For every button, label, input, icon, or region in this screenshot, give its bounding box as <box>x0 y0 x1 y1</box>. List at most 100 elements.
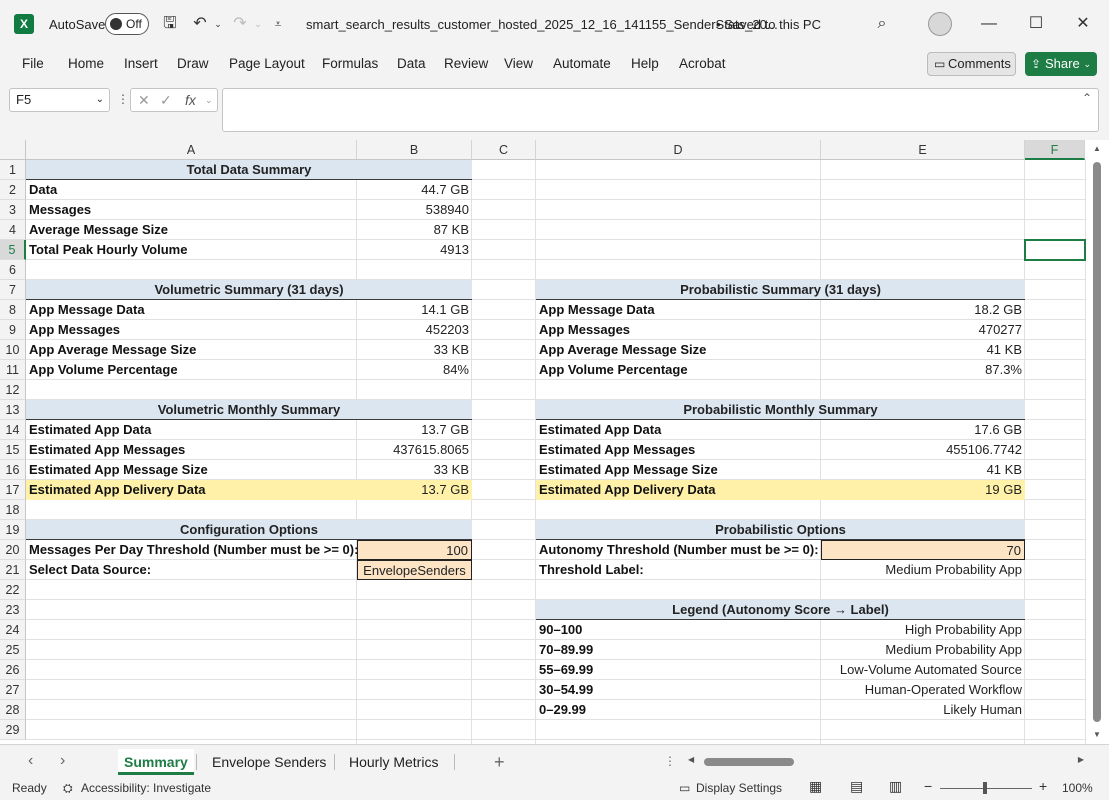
menu-draw[interactable]: Draw <box>177 56 209 71</box>
display-settings[interactable]: Display Settings <box>696 781 782 795</box>
row-header[interactable]: 9 <box>0 320 26 340</box>
row-header[interactable]: 7 <box>0 280 26 300</box>
accessibility-status[interactable]: Accessibility: Investigate <box>81 781 211 795</box>
cell-label[interactable]: Estimated App Messages <box>536 440 821 460</box>
column-header-f[interactable]: F <box>1025 140 1085 160</box>
scroll-left-icon[interactable]: ◀ <box>688 755 694 764</box>
cell-label[interactable]: App Messages <box>26 320 357 340</box>
undo-dropdown-icon[interactable]: ⌄ <box>208 14 228 34</box>
scroll-right-icon[interactable]: ▶ <box>1078 755 1084 764</box>
row-header[interactable]: 22 <box>0 580 26 600</box>
cell-value[interactable]: 13.7 GB <box>357 420 472 440</box>
legend-header[interactable]: Legend (Autonomy Score → Label) <box>536 600 1025 620</box>
row-header[interactable]: 24 <box>0 620 26 640</box>
row-header[interactable]: 4 <box>0 220 26 240</box>
page-break-view-icon[interactable]: ▥ <box>889 778 902 795</box>
cell-label[interactable]: Threshold Label: <box>536 560 821 580</box>
more-icon[interactable]: ⋮ <box>117 92 129 106</box>
accessibility-icon[interactable]: ⛭ <box>63 781 73 796</box>
tab-options-icon[interactable]: ⋮ <box>664 754 676 768</box>
menu-page-layout[interactable]: Page Layout <box>229 56 305 71</box>
row-header[interactable]: 27 <box>0 680 26 700</box>
row-header[interactable]: 10 <box>0 340 26 360</box>
menu-help[interactable]: Help <box>631 56 659 71</box>
share-dropdown-icon[interactable]: ⌄ <box>1083 52 1091 76</box>
column-header-e[interactable]: E <box>821 140 1025 160</box>
cell-label[interactable]: App Volume Percentage <box>536 360 821 380</box>
menu-insert[interactable]: Insert <box>124 56 158 71</box>
cell-value[interactable]: 538940 <box>357 200 472 220</box>
cell-value[interactable]: 33 KB <box>357 460 472 480</box>
avatar[interactable] <box>928 12 952 36</box>
row-header[interactable]: 18 <box>0 500 26 520</box>
cell-value[interactable]: 13.7 GB <box>357 480 472 500</box>
legend-range[interactable]: 0–29.99 <box>536 700 821 720</box>
row-header[interactable]: 8 <box>0 300 26 320</box>
legend-range[interactable]: 70–89.99 <box>536 640 821 660</box>
cell-value[interactable]: 33 KB <box>357 340 472 360</box>
undo-icon[interactable]: ↶ <box>190 14 210 34</box>
cell-value[interactable]: 452203 <box>357 320 472 340</box>
row-header[interactable]: 3 <box>0 200 26 220</box>
configuration-options-header[interactable]: Configuration Options <box>26 520 472 540</box>
display-settings-icon[interactable]: ▭ <box>679 781 690 795</box>
cell-value[interactable]: 14.1 GB <box>357 300 472 320</box>
row-header[interactable]: 28 <box>0 700 26 720</box>
row-header[interactable]: 6 <box>0 260 26 280</box>
cell-label[interactable]: Estimated App Delivery Data <box>26 480 357 500</box>
menu-review[interactable]: Review <box>444 56 488 71</box>
cell-label[interactable]: Select Data Source: <box>26 560 357 580</box>
normal-view-icon[interactable]: ▦ <box>809 778 822 795</box>
row-header[interactable]: 12 <box>0 380 26 400</box>
menu-formulas[interactable]: Formulas <box>322 56 378 71</box>
cell-label[interactable]: App Average Message Size <box>536 340 821 360</box>
document-title[interactable]: smart_search_results_customer_hosted_202… <box>306 17 778 32</box>
cell-value[interactable]: 41 KB <box>821 340 1025 360</box>
volumetric-monthly-header[interactable]: Volumetric Monthly Summary <box>26 400 472 420</box>
column-header-c[interactable]: C <box>472 140 536 160</box>
zoom-out-icon[interactable]: − <box>924 778 932 794</box>
zoom-level[interactable]: 100% <box>1062 781 1093 795</box>
vertical-scroll-thumb[interactable] <box>1093 162 1101 722</box>
menu-acrobat[interactable]: Acrobat <box>679 56 726 71</box>
cell-label[interactable]: Estimated App Delivery Data <box>536 480 821 500</box>
legend-range[interactable]: 55–69.99 <box>536 660 821 680</box>
legend-range[interactable]: 30–54.99 <box>536 680 821 700</box>
row-header[interactable]: 14 <box>0 420 26 440</box>
tab-scroll-left-icon[interactable]: ‹ <box>28 752 33 770</box>
sheet-tab-envelope-senders[interactable]: Envelope Senders <box>212 749 326 775</box>
cell-value[interactable]: 41 KB <box>821 460 1025 480</box>
cell-value[interactable]: 17.6 GB <box>821 420 1025 440</box>
row-header[interactable]: 21 <box>0 560 26 580</box>
redo-icon[interactable]: ↷ <box>230 14 250 34</box>
cell-label[interactable]: Estimated App Message Size <box>536 460 821 480</box>
customize-toolbar-icon[interactable]: ⩡ <box>268 14 288 34</box>
column-header-b[interactable]: B <box>357 140 472 160</box>
chevron-down-icon[interactable]: ⌄ <box>96 89 104 111</box>
cell-value[interactable]: 87.3% <box>821 360 1025 380</box>
cell-label[interactable]: Estimated App Data <box>536 420 821 440</box>
row-header[interactable]: 26 <box>0 660 26 680</box>
collapse-formula-icon[interactable]: ⌃ <box>1082 91 1092 105</box>
row-header[interactable]: 29 <box>0 720 26 740</box>
row-header[interactable]: 17 <box>0 480 26 500</box>
legend-label[interactable]: Likely Human <box>821 700 1025 720</box>
menu-data[interactable]: Data <box>397 56 426 71</box>
legend-label[interactable]: Medium Probability App <box>821 640 1025 660</box>
sheet-tab-hourly-metrics[interactable]: Hourly Metrics <box>349 749 438 775</box>
select-all-corner[interactable] <box>0 140 26 160</box>
cell-label[interactable]: Data <box>26 180 357 200</box>
name-box[interactable]: F5 ⌄ <box>9 88 110 112</box>
row-header[interactable]: 2 <box>0 180 26 200</box>
legend-range[interactable]: 90–100 <box>536 620 821 640</box>
insert-function-icon[interactable]: fx <box>185 89 196 111</box>
cell-label[interactable]: Estimated App Data <box>26 420 357 440</box>
close-icon[interactable]: ✕ <box>1068 12 1098 36</box>
probabilistic-monthly-header[interactable]: Probabilistic Monthly Summary <box>536 400 1025 420</box>
maximize-icon[interactable]: ☐ <box>1021 12 1051 36</box>
minimize-icon[interactable]: — <box>974 12 1004 36</box>
save-icon[interactable]: 🖫 <box>160 14 180 34</box>
messages-threshold-input[interactable]: 100 <box>357 540 472 560</box>
row-header[interactable]: 19 <box>0 520 26 540</box>
cell-label[interactable]: App Message Data <box>26 300 357 320</box>
